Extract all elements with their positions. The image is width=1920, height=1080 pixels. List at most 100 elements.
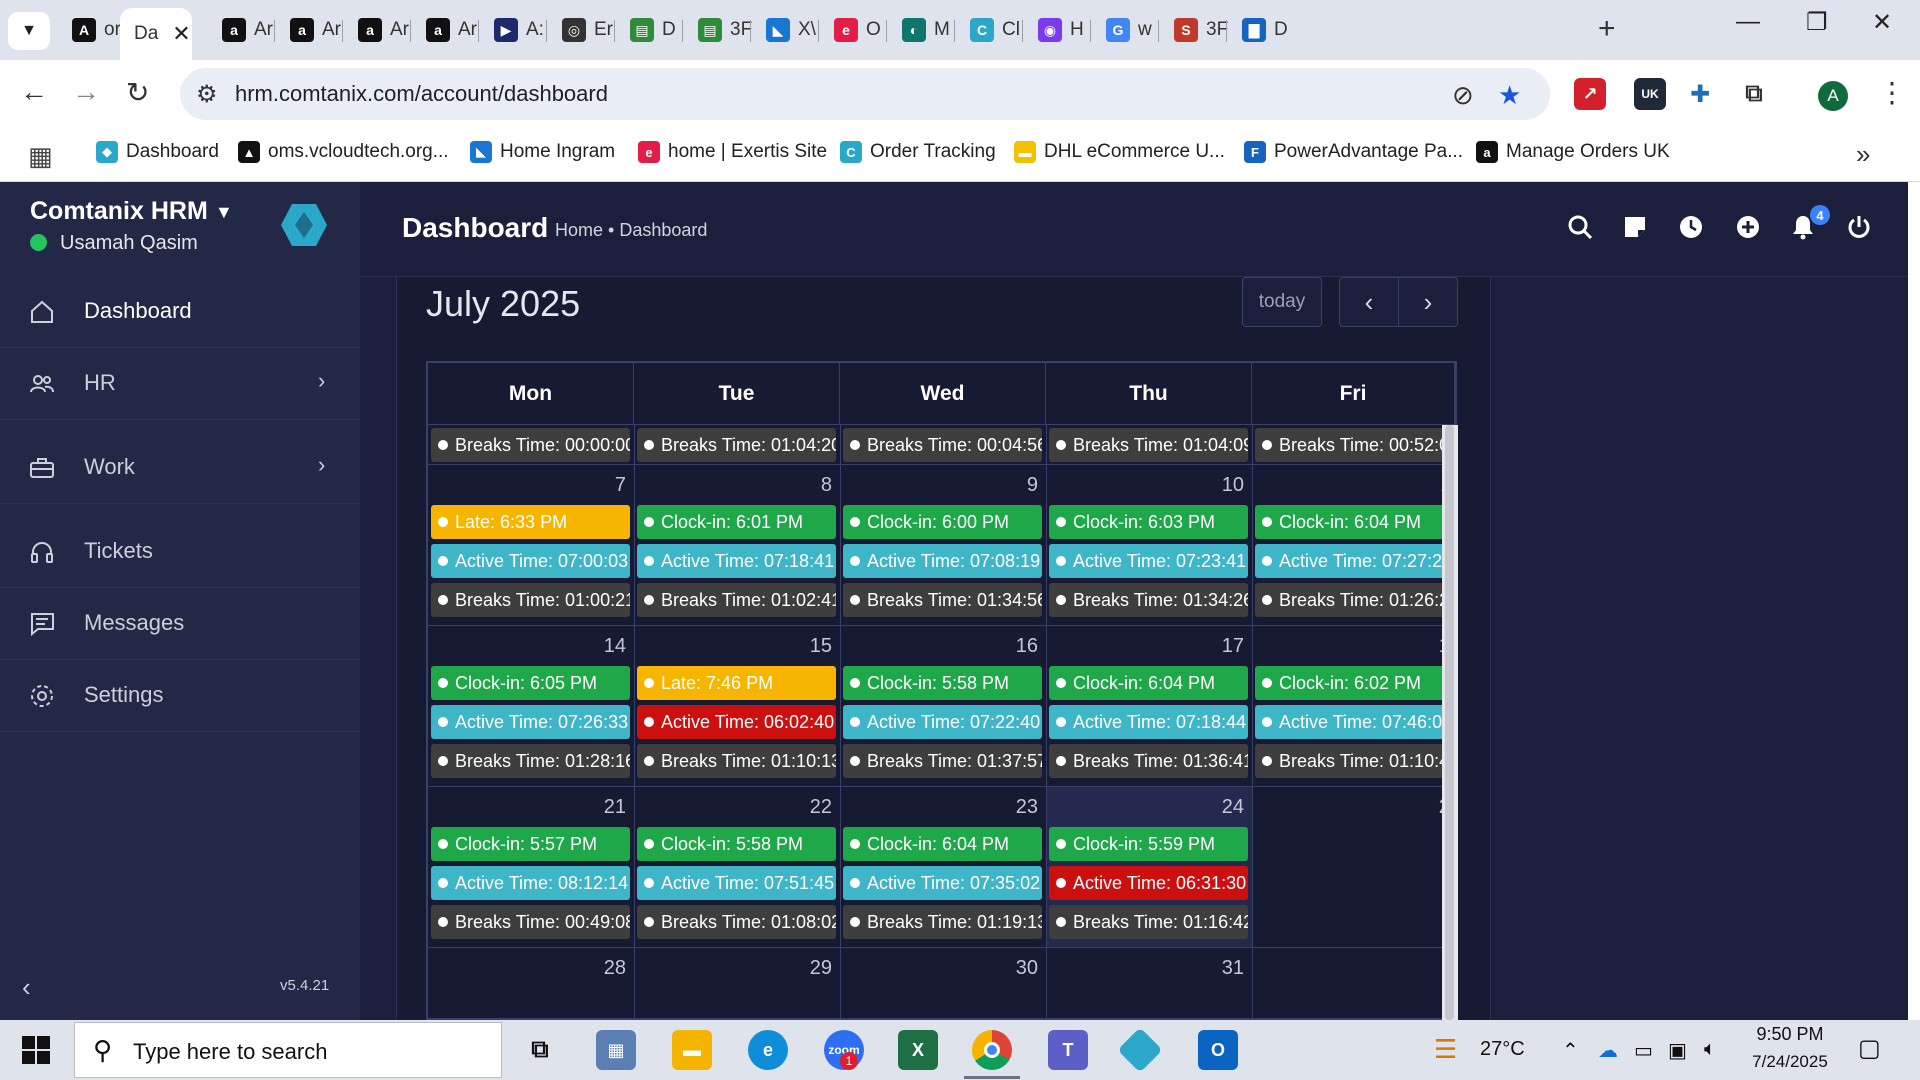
calendar-event[interactable]: Active Time: 07:51:45 — [637, 866, 836, 900]
calendar-event[interactable]: Clock-in: 6:05 PM — [431, 666, 630, 700]
sidebar-item-dashboard[interactable]: Dashboard — [0, 276, 360, 348]
bookmark-item[interactable]: ▬ DHL eCommerce U... — [1014, 141, 1225, 163]
day-number[interactable]: 31 — [1046, 957, 1244, 980]
apps-grid-icon[interactable]: ▦ — [28, 141, 53, 172]
day-number[interactable]: 7 — [428, 474, 626, 497]
calendar-event[interactable]: Active Time: 07:00:03 — [431, 544, 630, 578]
bookmark-item[interactable]: a Manage Orders UK — [1476, 141, 1670, 163]
collapse-sidebar-button[interactable]: ‹ — [22, 972, 31, 1003]
day-number[interactable]: 11 — [1252, 474, 1455, 497]
battery-icon[interactable]: ▭ — [1634, 1038, 1653, 1063]
calendar-event[interactable]: Active Time: 07:22:40 — [843, 705, 1042, 739]
sidebar-item-messages[interactable]: Messages — [0, 588, 360, 660]
day-number[interactable]: 30 — [840, 957, 1038, 980]
tab[interactable]: ▤ D — [616, 10, 684, 50]
tab[interactable]: a Ar — [344, 10, 412, 50]
tab[interactable]: S 3F — [1160, 10, 1228, 50]
brand-name[interactable]: Comtanix HRM — [30, 197, 208, 226]
tab[interactable]: ▤ 3F — [684, 10, 752, 50]
day-number[interactable]: 25 — [1252, 796, 1455, 819]
weather-temperature[interactable]: 27°C — [1480, 1038, 1525, 1061]
minimize-button[interactable]: — — [1736, 8, 1760, 36]
calendar-event[interactable]: Clock-in: 6:00 PM — [843, 505, 1042, 539]
day-number[interactable]: 23 — [840, 796, 1038, 819]
onedrive-icon[interactable]: ☁ — [1598, 1038, 1618, 1063]
prev-month-button[interactable]: ‹ — [1339, 277, 1399, 327]
calendar-event[interactable]: Breaks Time: 01:04:09 — [1049, 428, 1248, 462]
tab[interactable]: a Ar — [208, 10, 276, 50]
calendar-event[interactable]: Breaks Time: 01:04:20 — [637, 428, 836, 462]
calendar-event[interactable]: Breaks Time: 01:10:13 — [637, 744, 836, 778]
tab[interactable]: ◎ Er — [548, 10, 616, 50]
day-number[interactable]: 17 — [1046, 635, 1244, 658]
sidebar-item-settings[interactable]: Settings — [0, 660, 360, 732]
calendar-event[interactable]: Breaks Time: 01:10:4 — [1255, 744, 1451, 778]
search-icon[interactable] — [1567, 214, 1593, 240]
calendar-event[interactable]: Breaks Time: 01:08:02 — [637, 905, 836, 939]
calendar-event[interactable]: Breaks Time: 01:34:26 — [1049, 583, 1248, 617]
calendar-event[interactable]: Breaks Time: 00:49:08 — [431, 905, 630, 939]
day-number[interactable]: 8 — [634, 474, 832, 497]
calendar-event[interactable]: Breaks Time: 01:26:2 — [1255, 583, 1451, 617]
bookmark-item[interactable]: ◆ Dashboard — [96, 141, 219, 163]
today-button[interactable]: today — [1242, 277, 1322, 327]
calendar-event[interactable]: Clock-in: 5:59 PM — [1049, 827, 1248, 861]
calendar-event[interactable]: Active Time: 07:26:33 — [431, 705, 630, 739]
volume-icon[interactable]: 🔈︎ — [1704, 1038, 1716, 1061]
extensions-icon[interactable]: ⧉ — [1738, 78, 1770, 110]
breadcrumb[interactable]: Home • Dashboard — [555, 220, 707, 241]
bookmark-item[interactable]: F PowerAdvantage Pa... — [1244, 141, 1463, 163]
windows-start-icon[interactable] — [22, 1036, 50, 1064]
taskbar-time[interactable]: 9:50 PM — [1750, 1024, 1830, 1045]
calendar-event[interactable]: Breaks Time: 00:00:00 — [431, 428, 630, 462]
calendar-event[interactable]: Breaks Time: 01:16:42 — [1049, 905, 1248, 939]
calendar-event[interactable]: Late: 7:46 PM — [637, 666, 836, 700]
tab-search-button[interactable]: ▼ — [8, 12, 50, 50]
calendar-event[interactable]: Active Time: 08:12:14 — [431, 866, 630, 900]
back-button[interactable]: ← — [20, 76, 48, 108]
sidebar-item-work[interactable]: Work › — [0, 432, 360, 504]
tab[interactable]: C Cl — [956, 10, 1024, 50]
calendar-event[interactable]: Active Time: 07:23:41 — [1049, 544, 1248, 578]
site-info-icon[interactable]: ⚙ — [196, 80, 218, 109]
calendar-event[interactable]: Breaks Time: 00:52:07 — [1255, 428, 1451, 462]
calendar-event[interactable]: Active Time: 07:08:19 — [843, 544, 1042, 578]
add-circle-icon[interactable] — [1735, 214, 1761, 240]
browser-menu-icon[interactable]: ⋮ — [1878, 76, 1906, 109]
tab[interactable]: ◐ M — [888, 10, 956, 50]
more-bookmarks-icon[interactable]: » — [1856, 139, 1870, 170]
pdf-extension-icon[interactable]: ↗ — [1574, 78, 1606, 110]
sidebar-item-tickets[interactable]: Tickets — [0, 516, 360, 588]
task-view-icon[interactable]: ⧉ — [520, 1030, 560, 1070]
calendar-scrollbar[interactable] — [1445, 425, 1454, 1020]
tab[interactable]: ◣ X\ — [752, 10, 820, 50]
taskbar-date[interactable]: 7/24/2025 — [1740, 1052, 1840, 1072]
tab[interactable]: Aor — [58, 10, 120, 50]
calendar-event[interactable]: Clock-in: 5:58 PM — [843, 666, 1042, 700]
calendar-event[interactable]: Active Time: 07:18:44 — [1049, 705, 1248, 739]
eye-off-icon[interactable]: ⊘ — [1452, 80, 1474, 111]
day-number[interactable]: 18 — [1252, 635, 1455, 658]
calendar-event[interactable]: Breaks Time: 01:28:16 — [431, 744, 630, 778]
day-number[interactable]: 28 — [428, 957, 626, 980]
calendar-event[interactable]: Clock-in: 6:03 PM — [1049, 505, 1248, 539]
calendar-event[interactable]: Breaks Time: 00:04:56 — [843, 428, 1042, 462]
taskbar-search-input[interactable]: ⚲ Type here to search — [74, 1022, 502, 1078]
puzzle-app-icon[interactable]: ✚ — [1684, 78, 1716, 110]
page-scrollbar[interactable] — [1908, 182, 1920, 1020]
edge-browser-icon[interactable]: e — [748, 1030, 788, 1070]
calendar-event[interactable]: Breaks Time: 01:34:56 — [843, 583, 1042, 617]
calculator-app-icon[interactable]: ▦ — [596, 1030, 636, 1070]
chevron-down-icon[interactable]: ▼ — [215, 202, 233, 223]
day-number[interactable]: 21 — [428, 796, 626, 819]
day-number[interactable]: 9 — [840, 474, 1038, 497]
address-bar[interactable]: ⚙ hrm.comtanix.com/account/dashboard ⊘ ★ — [180, 68, 1550, 120]
tab[interactable]: Gw — [1092, 10, 1160, 50]
hrm-app-icon[interactable] — [1117, 1027, 1163, 1073]
tab-close-icon[interactable]: ✕ — [172, 21, 190, 47]
new-tab-button[interactable]: + — [1598, 12, 1616, 46]
tab[interactable]: ◉ H — [1024, 10, 1092, 50]
tray-chevron-up-icon[interactable]: ⌃ — [1562, 1038, 1579, 1063]
calendar-event[interactable]: Breaks Time: 01:02:41 — [637, 583, 836, 617]
forward-button[interactable]: → — [72, 76, 100, 108]
